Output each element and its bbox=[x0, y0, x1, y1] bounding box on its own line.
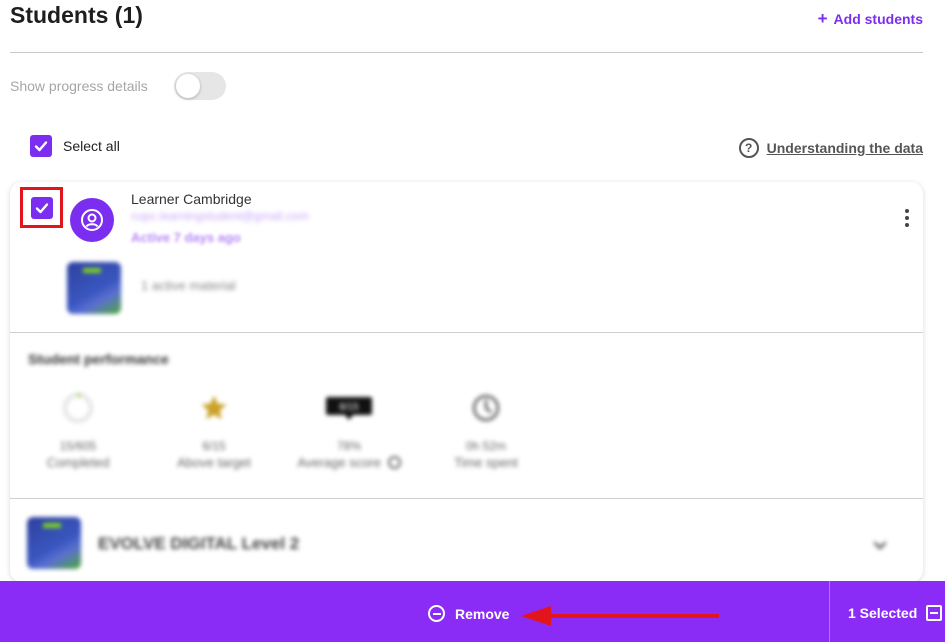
selected-count[interactable]: 1 Selected bbox=[848, 605, 943, 621]
action-bar-divider bbox=[829, 581, 830, 642]
card-divider bbox=[10, 498, 923, 499]
deselect-box-icon bbox=[926, 605, 943, 621]
add-students-button[interactable]: + Add students bbox=[817, 9, 923, 28]
metric-value: 6/15 bbox=[202, 439, 226, 453]
more-options-icon[interactable] bbox=[905, 209, 909, 227]
understanding-data-label: Understanding the data bbox=[766, 140, 923, 156]
performance-title: Student performance bbox=[28, 351, 169, 367]
metric-label: Above target bbox=[177, 455, 251, 470]
help-icon: ? bbox=[738, 138, 759, 158]
info-icon[interactable] bbox=[387, 456, 401, 469]
material-thumbnail bbox=[67, 262, 121, 314]
student-checkbox[interactable] bbox=[30, 196, 53, 219]
student-card: Learner Cambridge cupc.learningstudent@g… bbox=[10, 182, 923, 582]
show-progress-row: Show progress details bbox=[10, 72, 226, 100]
progress-ring-icon bbox=[18, 391, 138, 425]
toggle-knob bbox=[175, 74, 200, 98]
student-checkbox-highlight bbox=[20, 187, 63, 228]
page-title: Students (1) bbox=[10, 2, 143, 28]
metric-label-text: Average score bbox=[297, 455, 381, 470]
selected-count-label: 1 Selected bbox=[848, 605, 918, 621]
show-progress-toggle[interactable] bbox=[173, 72, 226, 100]
understanding-data-link[interactable]: ? Understanding the data bbox=[738, 138, 923, 158]
star-icon bbox=[154, 391, 274, 425]
metric-value: 0h 52m bbox=[465, 439, 507, 453]
learner-activity: Active 7 days ago bbox=[131, 230, 241, 245]
active-material-count: 1 active material bbox=[141, 278, 236, 293]
course-thumbnail bbox=[27, 517, 81, 569]
select-all-label: Select all bbox=[63, 138, 120, 154]
metric-completed: 15/605 Completed bbox=[18, 391, 138, 470]
select-all-checkbox[interactable]: Select all bbox=[30, 135, 120, 157]
metric-label: Time spent bbox=[454, 455, 518, 470]
students-page: Students (1) + Add students Show progres… bbox=[0, 0, 945, 642]
minus-circle-icon bbox=[428, 605, 445, 622]
metric-value: 15/605 bbox=[59, 439, 97, 453]
avatar bbox=[70, 198, 114, 242]
remove-button[interactable]: Remove bbox=[428, 605, 509, 622]
student-performance-section: Student performance 15/605 Completed 6/1… bbox=[10, 333, 923, 498]
annotation-arrow-icon bbox=[521, 606, 719, 626]
metric-above-target: 6/15 Above target bbox=[154, 391, 274, 470]
plus-icon: + bbox=[817, 9, 828, 28]
remove-label: Remove bbox=[455, 605, 510, 622]
add-students-label: Add students bbox=[833, 11, 923, 27]
course-name: EVOLVE DIGITAL Level 2 bbox=[98, 534, 300, 553]
metric-average-score: 8/15 78% Average score bbox=[289, 391, 409, 470]
metric-label: Average score bbox=[289, 455, 409, 470]
selection-action-bar: Remove 1 Selected bbox=[0, 581, 945, 642]
learner-name: Learner Cambridge bbox=[131, 191, 252, 207]
checkmark-icon bbox=[30, 135, 52, 157]
metric-label: Completed bbox=[46, 455, 110, 470]
header-divider bbox=[10, 52, 923, 53]
metric-time-spent: 0h 52m Time spent bbox=[426, 391, 546, 470]
clock-icon bbox=[426, 391, 546, 425]
metric-value: 78% bbox=[336, 439, 362, 453]
svg-text:8/15: 8/15 bbox=[339, 402, 359, 413]
chevron-down-icon[interactable] bbox=[873, 538, 887, 556]
learner-email: cupc.learningstudent@gmail.com bbox=[131, 209, 309, 223]
user-icon bbox=[81, 209, 103, 231]
score-badge-icon: 8/15 bbox=[289, 391, 409, 425]
show-progress-label: Show progress details bbox=[10, 78, 148, 94]
